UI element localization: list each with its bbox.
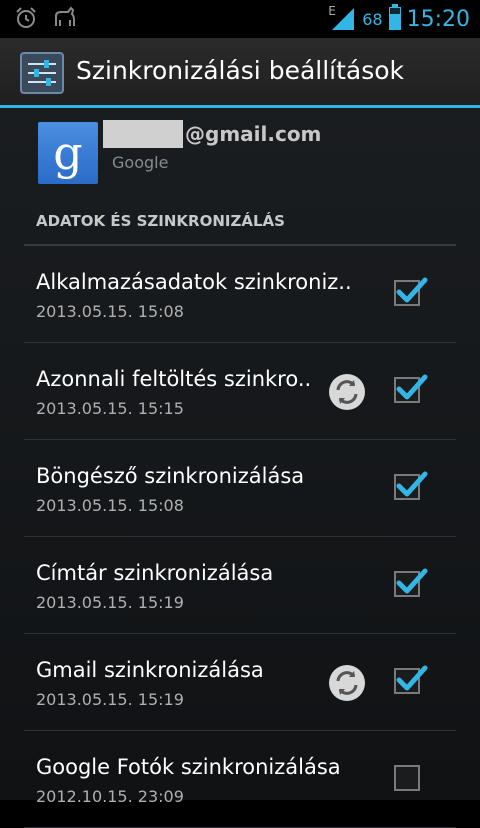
sync-refresh-icon <box>328 373 366 411</box>
sync-item[interactable]: Címtár szinkronizálása 2013.05.15. 15:19 <box>0 537 480 634</box>
sync-refresh-icon <box>328 664 366 702</box>
alarm-icon <box>14 6 38 34</box>
account-provider: Google <box>112 153 169 172</box>
content: g @gmail.com Google ADATOK ÉS SZINKRONIZ… <box>0 108 480 828</box>
sync-checkbox[interactable] <box>394 665 428 694</box>
sync-item-title: Azonnali feltöltés szinkro.. <box>36 367 312 391</box>
sync-item-date: 2013.05.15. 15:19 <box>36 593 184 612</box>
google-logo-letter: g <box>53 126 83 180</box>
sync-checkbox[interactable] <box>394 374 428 403</box>
sync-item[interactable]: Gmail szinkronizálása 2013.05.15. 15:19 <box>0 634 480 731</box>
sync-list: Alkalmazásadatok szinkroniz.. 2013.05.15… <box>0 246 480 828</box>
sync-item-title: Böngésző szinkronizálása <box>36 464 305 488</box>
battery-percent: 68 <box>362 9 383 29</box>
sync-item-title: Google Fotók szinkronizálása <box>36 755 341 779</box>
sync-item-date: 2012.10.15. 23:09 <box>36 787 184 806</box>
sync-item-title: Címtár szinkronizálása <box>36 561 274 585</box>
signal-icon: E <box>328 4 356 32</box>
sync-item[interactable]: Böngésző szinkronizálása 2013.05.15. 15:… <box>0 440 480 537</box>
sync-item-date: 2013.05.15. 15:08 <box>36 302 184 321</box>
section-header-label: ADATOK ÉS SZINKRONIZÁLÁS <box>36 212 285 230</box>
check-mark-icon <box>396 665 428 691</box>
sync-checkbox[interactable] <box>394 277 428 306</box>
check-mark-icon <box>396 471 428 497</box>
check-mark-icon <box>396 374 428 400</box>
sync-item-date: 2013.05.15. 15:08 <box>36 496 184 515</box>
sync-item-title: Alkalmazásadatok szinkroniz.. <box>36 270 352 294</box>
check-mark-icon <box>396 277 428 303</box>
sync-checkbox[interactable] <box>394 471 428 500</box>
battery-icon <box>388 4 401 34</box>
action-bar: Szinkronizálási beállítások <box>0 38 480 108</box>
account-email: @gmail.com <box>185 122 322 146</box>
sync-item-date: 2013.05.15. 15:19 <box>36 690 184 709</box>
account-header: g @gmail.com Google <box>0 108 480 198</box>
settings-sliders-icon[interactable] <box>20 52 64 94</box>
sync-item-date: 2013.05.15. 15:15 <box>36 399 184 418</box>
sync-checkbox[interactable] <box>394 765 420 791</box>
sync-item[interactable]: Alkalmazásadatok szinkroniz.. 2013.05.15… <box>0 246 480 343</box>
status-bar: E 68 15:20 <box>0 0 480 38</box>
email-redaction <box>103 120 183 148</box>
section-header: ADATOK ÉS SZINKRONIZÁLÁS <box>24 208 456 246</box>
android-debug-icon <box>52 6 78 34</box>
check-mark-icon <box>396 568 428 594</box>
sync-checkbox[interactable] <box>394 568 428 597</box>
sync-item[interactable]: Azonnali feltöltés szinkro.. 2013.05.15.… <box>0 343 480 440</box>
sync-item-title: Gmail szinkronizálása <box>36 658 264 682</box>
google-logo: g <box>38 122 98 184</box>
page-title: Szinkronizálási beállítások <box>76 56 405 85</box>
clock: 15:20 <box>406 6 470 32</box>
sync-item[interactable]: Google Fotók szinkronizálása 2012.10.15.… <box>0 731 480 828</box>
